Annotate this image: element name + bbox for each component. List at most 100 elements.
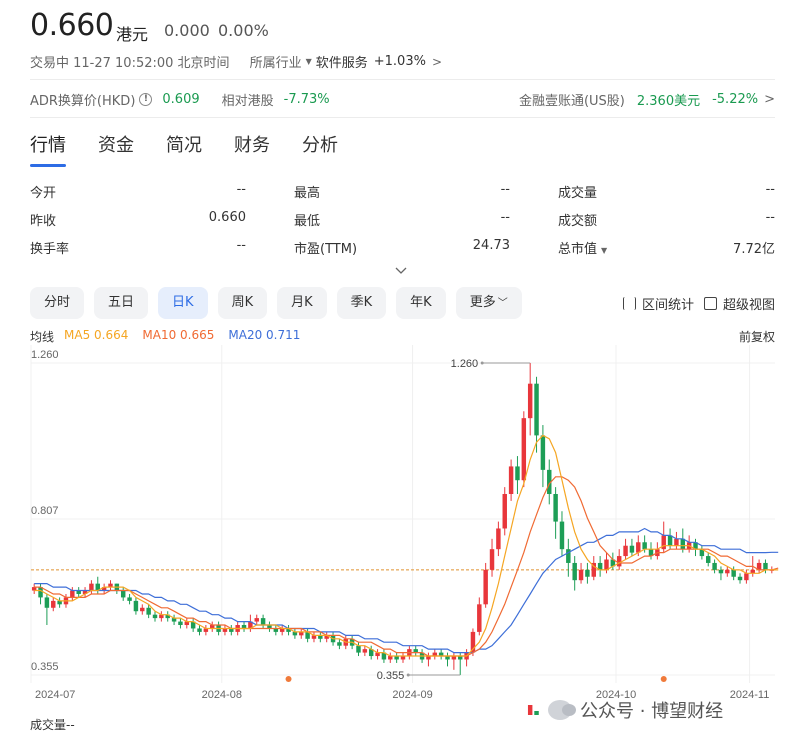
candle-body bbox=[337, 642, 342, 646]
candle-body bbox=[712, 562, 717, 570]
main-tabs: 行情 资金 简况 财务 分析 bbox=[30, 131, 370, 167]
stat-label: 最高 bbox=[294, 186, 321, 201]
relative-label: 相对港股 bbox=[221, 94, 274, 109]
candle-body bbox=[604, 559, 609, 570]
triangle-down-icon: ▼ bbox=[305, 57, 312, 66]
candle-body bbox=[502, 494, 507, 529]
industry-label: 所属行业 bbox=[249, 56, 302, 71]
candle-body bbox=[667, 535, 673, 546]
ma5-line bbox=[34, 434, 779, 657]
chevron-down-icon: ﹀ bbox=[497, 298, 508, 309]
candle-body bbox=[178, 621, 183, 626]
candle-body bbox=[521, 418, 527, 481]
high-marker-dot bbox=[480, 361, 484, 365]
candle-body bbox=[133, 600, 139, 612]
candle-body bbox=[731, 569, 736, 577]
tab-analysis[interactable]: 分析 bbox=[302, 131, 338, 167]
watermark-text: 公众号 · 博望财经 bbox=[580, 701, 724, 722]
x-tick-label: 2024-11 bbox=[730, 689, 770, 701]
info-icon[interactable]: ! bbox=[139, 93, 153, 106]
triangle-down-icon[interactable]: ▼ bbox=[601, 246, 607, 255]
candle-body bbox=[674, 538, 679, 546]
candle-body bbox=[706, 556, 711, 563]
candle-body bbox=[483, 569, 488, 605]
kline-chart[interactable]: 1.260 0.807 0.355 2024-07 2024-08 2024-09 2024… bbox=[0, 345, 789, 715]
candle-body bbox=[89, 583, 94, 591]
industry-pct: +1.03% bbox=[373, 54, 426, 69]
adr-label: ADR换算价(HKD) bbox=[30, 94, 136, 109]
stat-value: -- bbox=[500, 210, 510, 225]
range-stats-button[interactable]: 区间统计 bbox=[622, 294, 694, 313]
candle-body bbox=[146, 607, 151, 615]
volume-label: 成交量-- bbox=[30, 718, 75, 732]
volume-bar bbox=[534, 711, 539, 715]
more-label: 更多 bbox=[469, 295, 496, 310]
stat-value: 24.73 bbox=[472, 238, 510, 253]
candle-body bbox=[553, 494, 558, 522]
candle-body bbox=[642, 542, 647, 550]
trading-status: 交易中 11-27 10:52:00 北京时间 bbox=[30, 56, 230, 71]
tab-funds[interactable]: 资金 bbox=[98, 131, 134, 167]
event-marker-icon bbox=[660, 676, 667, 682]
period-quarterly-k[interactable]: 季K bbox=[336, 287, 387, 319]
stat-value: 7.72亿 bbox=[733, 242, 775, 257]
period-yearly-k[interactable]: 年K bbox=[396, 287, 446, 319]
x-tick-label: 2024-07 bbox=[35, 689, 75, 701]
ma20-line bbox=[34, 527, 779, 654]
candle-body bbox=[718, 569, 724, 574]
period-intraday[interactable]: 分时 bbox=[30, 287, 85, 319]
period-monthly-k[interactable]: 月K bbox=[277, 287, 327, 319]
candle-body bbox=[636, 542, 641, 553]
ma10-line bbox=[34, 476, 779, 657]
expand-chevron-icon[interactable] bbox=[395, 264, 407, 278]
adjust-mode[interactable]: 前复权 bbox=[739, 328, 775, 345]
x-tick-label: 2024-08 bbox=[202, 689, 242, 701]
us-share-pct: -5.22% bbox=[712, 92, 759, 107]
candle-body bbox=[572, 562, 577, 581]
adr-row: ADR换算价(HKD) ! 0.609 相对港股 -7.73% bbox=[30, 90, 330, 109]
tab-quote[interactable]: 行情 bbox=[30, 131, 66, 167]
super-view-button[interactable]: 超级视图 bbox=[703, 294, 775, 313]
stat-value: -- bbox=[500, 182, 510, 197]
high-annotation: 1.260 bbox=[451, 358, 479, 370]
candle-body bbox=[763, 562, 768, 570]
chart-tools: 区间统计 超级视图 bbox=[613, 294, 775, 313]
candle-body bbox=[38, 587, 43, 598]
low-annotation: 0.355 bbox=[377, 670, 405, 682]
stat-label: 成交额 bbox=[558, 214, 598, 229]
chevron-right-icon: > bbox=[764, 92, 775, 107]
stat-label: 最低 bbox=[294, 214, 321, 229]
stat-label: 市盈(TTM) bbox=[294, 242, 358, 257]
us-share-label: 金融壹账通(US股) bbox=[518, 94, 625, 109]
y-tick-label: 0.807 bbox=[31, 505, 59, 517]
stat-label: 总市值 bbox=[558, 242, 598, 257]
candle-body bbox=[356, 645, 361, 653]
candle-body bbox=[254, 618, 259, 622]
period-daily-k[interactable]: 日K bbox=[158, 287, 208, 319]
tab-profile[interactable]: 简况 bbox=[166, 131, 202, 167]
ma20-value: MA20 0.711 bbox=[228, 328, 301, 342]
chevron-right-icon[interactable]: > bbox=[432, 55, 442, 69]
candle-body bbox=[51, 600, 56, 608]
period-more-dropdown[interactable]: 更多 ﹀ bbox=[455, 287, 522, 319]
candle-body bbox=[527, 383, 533, 419]
candle-body bbox=[540, 435, 546, 470]
stat-label: 换手率 bbox=[30, 242, 70, 257]
industry-link[interactable]: 软件服务 bbox=[316, 52, 368, 71]
event-marker-icon bbox=[285, 676, 292, 682]
period-5day[interactable]: 五日 bbox=[94, 287, 149, 319]
candle-body bbox=[737, 576, 743, 581]
currency-label: 港元 bbox=[116, 25, 149, 44]
us-share-link[interactable]: 金融壹账通(US股) 2.360美元 -5.22% > bbox=[519, 90, 775, 109]
volume-bar bbox=[527, 705, 533, 715]
ma-legend: 均线 MA5 0.664 MA10 0.665 MA20 0.711 bbox=[30, 328, 314, 345]
candle-body bbox=[362, 649, 368, 653]
tab-finance[interactable]: 财务 bbox=[234, 131, 270, 167]
ma10-value: MA10 0.665 bbox=[142, 328, 215, 342]
period-weekly-k[interactable]: 周K bbox=[217, 287, 268, 319]
candle-body bbox=[508, 466, 514, 495]
stat-value: -- bbox=[236, 182, 246, 197]
stat-value: -- bbox=[765, 210, 775, 225]
divider bbox=[30, 117, 775, 118]
candle-body bbox=[120, 590, 126, 598]
